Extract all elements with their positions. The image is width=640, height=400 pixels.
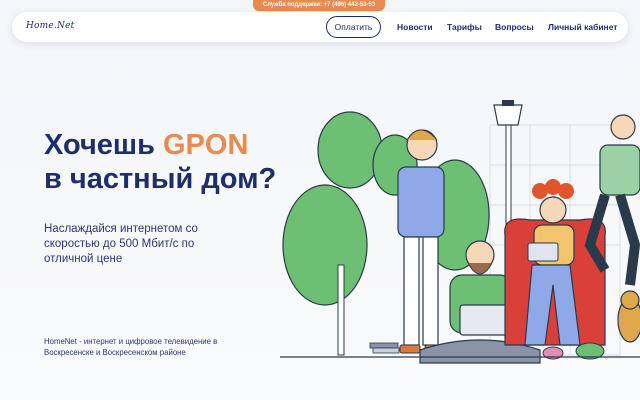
- hero-illustration: [280, 100, 640, 364]
- nav-link-faq[interactable]: Вопросы: [495, 22, 534, 32]
- tree-left: [282, 111, 418, 356]
- nav-link-account[interactable]: Личный кабинет: [548, 22, 617, 32]
- support-banner: Служба поддержки: +7 (496) 442-53-53: [253, 0, 385, 11]
- logo[interactable]: Home.Net: [26, 21, 74, 31]
- hero-title-line2: в частный дом?: [44, 163, 277, 195]
- armchair-woman: [504, 179, 606, 346]
- running-person: [584, 114, 640, 286]
- books: [369, 342, 400, 354]
- hero-title-part1: Хочешь: [44, 129, 163, 161]
- hero-subtitle: Наслаждайся интернетом со скоростью до 5…: [44, 223, 198, 265]
- hero-footnote: HomeNet - интернет и цифровое телевидени…: [44, 337, 218, 357]
- nav-link-news[interactable]: Новости: [397, 22, 433, 32]
- pay-button[interactable]: Оплатить: [326, 16, 381, 38]
- nav-link-tariffs[interactable]: Тарифы: [447, 22, 482, 32]
- hero-title-accent: GPON: [162, 129, 249, 161]
- dog: [617, 290, 640, 343]
- hero-title: Хочешь GPON в частный дом?: [44, 128, 276, 196]
- top-navbar: Home.Net Оплатить Новости Тарифы Вопросы…: [12, 12, 628, 42]
